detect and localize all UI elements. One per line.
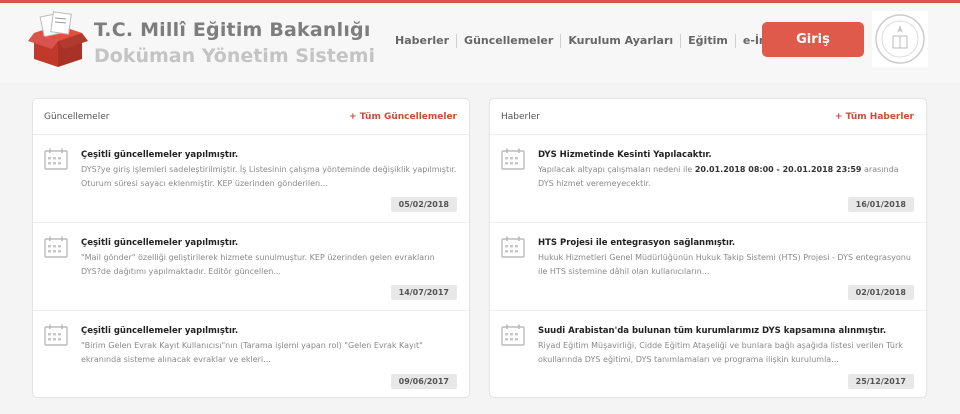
brand-title: T.C. Millî Eğitim Bakanlığı [94, 19, 371, 41]
login-button[interactable]: Giriş [762, 22, 864, 57]
news-excerpt: Yapılacak altyapı çalışmaları nedeni ile… [538, 163, 914, 191]
date-badge: 16/01/2018 [847, 197, 914, 212]
nav-setup-settings[interactable]: Kurulum Ayarları [560, 34, 680, 48]
date-badge: 25/12/2017 [847, 374, 914, 389]
nav-updates[interactable]: Güncellemeler [456, 34, 560, 48]
ministry-seal-logo [872, 11, 928, 67]
news-panel-header: Haberler + Tüm Haberler [490, 99, 926, 135]
updates-panel-title: Güncellemeler [44, 111, 110, 122]
archive-box-logo[interactable] [28, 11, 88, 69]
news-item[interactable]: HTS Projesi ile entegrasyon sağlanmıştır… [490, 223, 926, 311]
update-excerpt: "Mail gönder" özelliği geliştirilerek hi… [81, 253, 435, 276]
nav-training[interactable]: Eğitim [680, 34, 735, 48]
news-title[interactable]: HTS Projesi ile entegrasyon sağlanmıştır… [538, 238, 735, 248]
update-title[interactable]: Çeşitli güncellemeler yapılmıştır. [81, 150, 238, 160]
news-excerpt: Riyad Eğitim Müşavirliği, Cidde Eğitim A… [538, 341, 903, 364]
news-item[interactable]: DYS Hizmetinde Kesinti Yapılacaktır. Yap… [490, 135, 926, 223]
update-item[interactable]: Çeşitli güncellemeler yapılmıştır. DYS?y… [33, 135, 469, 223]
updates-panel: Güncellemeler + Tüm Güncellemeler Çeşitl… [32, 98, 470, 398]
calendar-icon [44, 236, 68, 258]
updates-panel-header: Güncellemeler + Tüm Güncellemeler [33, 99, 469, 135]
calendar-icon [501, 148, 525, 170]
update-excerpt: "Birim Gelen Evrak Kayıt Kullanıcısı"nın… [81, 341, 423, 364]
brand-subtitle: Doküman Yönetim Sistemi [94, 45, 376, 67]
site-header: T.C. Millî Eğitim Bakanlığı Doküman Yöne… [0, 3, 960, 83]
date-badge: 05/02/2018 [390, 197, 457, 212]
news-title[interactable]: Suudi Arabistan'da bulunan tüm kurumları… [538, 326, 886, 336]
news-panel-title: Haberler [501, 111, 540, 122]
news-item[interactable]: Suudi Arabistan'da bulunan tüm kurumları… [490, 311, 926, 399]
date-badge: 09/06/2017 [390, 374, 457, 389]
calendar-icon [501, 324, 525, 346]
main-nav: Haberler Güncellemeler Kurulum Ayarları … [388, 31, 791, 51]
calendar-icon [44, 324, 68, 346]
news-title[interactable]: DYS Hizmetinde Kesinti Yapılacaktır. [538, 150, 712, 160]
all-updates-link[interactable]: + Tüm Güncellemeler [349, 112, 457, 122]
all-news-link[interactable]: + Tüm Haberler [835, 112, 914, 122]
calendar-icon [501, 236, 525, 258]
update-title[interactable]: Çeşitli güncellemeler yapılmıştır. [81, 326, 238, 336]
calendar-icon [44, 148, 68, 170]
update-item[interactable]: Çeşitli güncellemeler yapılmıştır. "Mail… [33, 223, 469, 311]
news-excerpt-text: Yapılacak altyapı çalışmaları nedeni ile [538, 165, 695, 174]
update-item[interactable]: Çeşitli güncellemeler yapılmıştır. "Biri… [33, 311, 469, 399]
date-badge: 02/01/2018 [847, 285, 914, 300]
update-title[interactable]: Çeşitli güncellemeler yapılmıştır. [81, 238, 238, 248]
nav-news[interactable]: Haberler [388, 34, 456, 48]
news-excerpt: Hukuk Hizmetleri Genel Müdürlüğünün Huku… [538, 253, 911, 276]
news-panel: Haberler + Tüm Haberler DYS Hizmetinde K… [489, 98, 927, 398]
news-excerpt-highlight: 20.01.2018 08:00 - 20.01.2018 23:59 [694, 165, 862, 174]
update-excerpt: DYS?ye giriş işlemleri sadeleştirilmişti… [81, 165, 457, 188]
date-badge: 14/07/2017 [390, 285, 457, 300]
